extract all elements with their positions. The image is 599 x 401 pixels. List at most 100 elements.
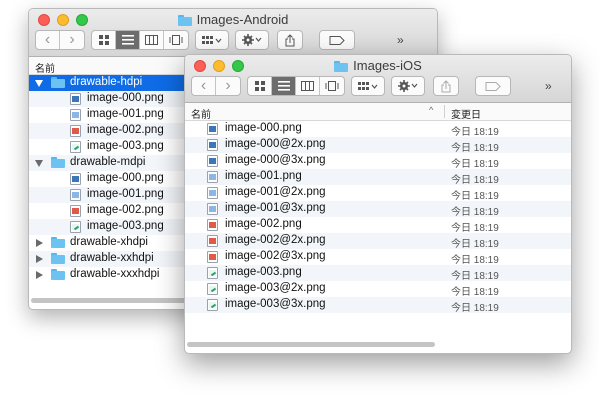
window-title: Images-iOS (185, 58, 571, 73)
horizontal-scrollbar[interactable] (187, 342, 435, 347)
image-file-icon (207, 235, 218, 247)
arrange-icon (358, 82, 378, 90)
folder-icon (334, 61, 349, 72)
back-button[interactable]: ‹ (36, 31, 60, 49)
file-row[interactable]: image-002@2x.png 今日 18:19 (185, 233, 571, 250)
image-file-icon (70, 173, 81, 185)
tag-button[interactable] (475, 76, 511, 96)
file-date: 今日 18:19 (451, 159, 499, 170)
disclosure-collapsed-icon[interactable] (36, 239, 43, 247)
more-chevron-icon[interactable]: » (397, 33, 404, 47)
column-date-header[interactable]: 変更日 (451, 106, 481, 121)
icon-view-icon (254, 81, 265, 91)
file-name: image-002@2x.png (225, 234, 326, 246)
list-view-icon (277, 81, 290, 91)
file-date: 今日 18:19 (451, 303, 499, 314)
image-file-icon (207, 155, 218, 167)
nav-buttons: ‹ › (35, 30, 85, 50)
forward-button[interactable]: › (216, 77, 240, 95)
folder-name: drawable-mdpi (70, 156, 146, 168)
finder-window-ios[interactable]: Images-iOS ‹ › » 名前 ^ 変更日 image-000.png … (184, 54, 572, 354)
toolbar: ‹ › » (191, 76, 565, 96)
file-row[interactable]: image-002.png 今日 18:19 (185, 217, 571, 234)
coverflow-view-icon (169, 35, 183, 45)
file-list: image-000.png 今日 18:19 image-000@2x.png 今日 … (185, 121, 571, 314)
list-view-button[interactable] (116, 31, 140, 49)
sort-indicator-icon: ^ (429, 105, 434, 115)
icon-view-icon (98, 35, 109, 45)
coverflow-view-button[interactable] (320, 77, 344, 95)
disclosure-collapsed-icon[interactable] (36, 271, 43, 279)
coverflow-view-button[interactable] (164, 31, 188, 49)
column-view-button[interactable] (140, 31, 164, 49)
file-row[interactable]: image-001.png 今日 18:19 (185, 169, 571, 186)
titlebar[interactable]: Images-iOS ‹ › » (185, 55, 571, 103)
file-name: image-003.png (87, 220, 164, 232)
back-icon: ‹ (200, 77, 207, 94)
action-button[interactable] (235, 30, 269, 50)
share-button[interactable] (277, 30, 303, 50)
column-name-header[interactable]: 名前 (35, 60, 55, 75)
titlebar[interactable]: Images-Android ‹ › » (29, 9, 437, 57)
file-row[interactable]: image-003.png 今日 18:19 (185, 265, 571, 282)
file-name: image-001.png (87, 188, 164, 200)
file-date: 今日 18:19 (451, 191, 499, 202)
back-icon: ‹ (44, 31, 51, 48)
file-date: 今日 18:19 (451, 223, 499, 234)
folder-name: drawable-xhdpi (70, 236, 148, 248)
image-file-icon (70, 205, 81, 217)
column-name-header[interactable]: 名前 (191, 106, 211, 121)
tag-icon (485, 81, 501, 91)
list-view-button[interactable] (272, 77, 296, 95)
back-button[interactable]: ‹ (192, 77, 216, 95)
more-chevron-icon[interactable]: » (545, 79, 552, 93)
view-mode-control (91, 30, 189, 50)
file-name: image-002.png (87, 124, 164, 136)
tag-button[interactable] (319, 30, 355, 50)
disclosure-collapsed-icon[interactable] (36, 255, 43, 263)
file-row[interactable]: image-003@3x.png 今日 18:19 (185, 297, 571, 314)
file-name: image-003.png (87, 140, 164, 152)
file-name: image-000.png (87, 172, 164, 184)
nav-buttons: ‹ › (191, 76, 241, 96)
disclosure-expanded-icon[interactable] (35, 80, 43, 87)
share-button[interactable] (433, 76, 459, 96)
forward-button[interactable]: › (60, 31, 84, 49)
arrange-icon (202, 36, 222, 44)
folder-icon (51, 157, 65, 168)
file-row[interactable]: image-000.png 今日 18:19 (185, 121, 571, 138)
image-file-icon (70, 221, 81, 233)
file-name: image-002.png (225, 218, 302, 230)
forward-icon: › (69, 31, 75, 48)
file-row[interactable]: image-001@3x.png 今日 18:19 (185, 201, 571, 218)
file-name: image-003.png (225, 266, 302, 278)
file-row[interactable]: image-002@3x.png 今日 18:19 (185, 249, 571, 266)
folder-name: drawable-xxxhdpi (70, 268, 160, 280)
file-row[interactable]: image-000@2x.png 今日 18:19 (185, 137, 571, 154)
file-row[interactable]: image-003@2x.png 今日 18:19 (185, 281, 571, 298)
icon-view-button[interactable] (248, 77, 272, 95)
column-separator[interactable] (444, 105, 445, 118)
arrange-button[interactable] (351, 76, 385, 96)
file-date: 今日 18:19 (451, 127, 499, 138)
image-file-icon (207, 187, 218, 199)
file-date: 今日 18:19 (451, 255, 499, 266)
arrange-button[interactable] (195, 30, 229, 50)
column-view-button[interactable] (296, 77, 320, 95)
file-name: image-000.png (87, 92, 164, 104)
share-icon (285, 33, 295, 46)
file-row[interactable]: image-001@2x.png 今日 18:19 (185, 185, 571, 202)
icon-view-button[interactable] (92, 31, 116, 49)
image-file-icon (70, 189, 81, 201)
folder-name: drawable-xxhdpi (70, 252, 154, 264)
file-name: image-002.png (87, 204, 164, 216)
file-name: image-001.png (87, 108, 164, 120)
disclosure-expanded-icon[interactable] (35, 160, 43, 167)
file-row[interactable]: image-000@3x.png 今日 18:19 (185, 153, 571, 170)
folder-icon (51, 237, 65, 248)
image-file-icon (207, 219, 218, 231)
action-button[interactable] (391, 76, 425, 96)
image-file-icon (207, 267, 218, 279)
image-file-icon (207, 123, 218, 135)
window-title: Images-Android (29, 12, 437, 27)
